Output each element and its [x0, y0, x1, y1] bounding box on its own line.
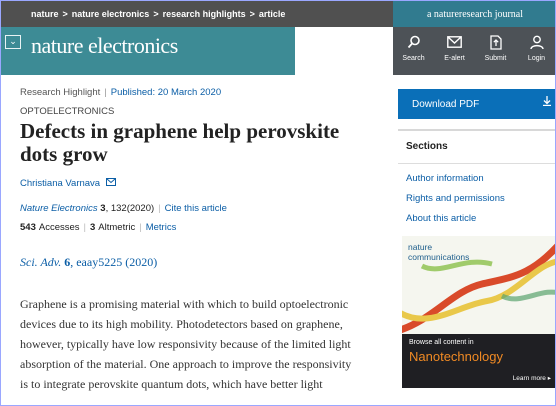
reference-journal: Sci. Adv.: [20, 255, 62, 269]
login-label: Login: [527, 55, 546, 62]
author-line: Christiana Varnava: [20, 178, 360, 189]
upload-icon: [475, 35, 516, 55]
breadcrumb-nature[interactable]: nature: [31, 9, 59, 19]
download-pdf-label: Download PDF: [412, 98, 480, 110]
advertisement-banner[interactable]: nature communications Browse all content…: [402, 236, 555, 388]
section-link-rights-and-permissions[interactable]: Rights and permissions: [398, 192, 555, 212]
breadcrumb-nature-electronics[interactable]: nature electronics: [72, 9, 150, 19]
search-button[interactable]: Search: [393, 27, 434, 75]
ad-learn-more-link[interactable]: Learn more ▸: [513, 374, 551, 382]
article-main: Research Highlight | Published: 20 March 2…: [20, 87, 360, 394]
subject-label[interactable]: OPTOELECTRONICS: [20, 106, 360, 117]
article-type: Research Highlight: [20, 87, 101, 98]
login-button[interactable]: Login: [516, 27, 555, 75]
search-icon: [393, 35, 434, 55]
metrics-line: 543 Accesses | 3 Altmetric | Metrics: [20, 222, 177, 233]
metrics-link[interactable]: Metrics: [146, 222, 177, 233]
brand-bar: ⌄ nature electronics: [1, 27, 295, 75]
e-alert-button[interactable]: E-alert: [434, 27, 475, 75]
breadcrumb: nature > nature electronics > research hig…: [1, 1, 393, 27]
breadcrumb-article: article: [258, 9, 286, 19]
accesses-label: Accesses: [38, 222, 80, 233]
cite-this-article-link[interactable]: Cite this article: [165, 203, 227, 214]
mail-icon: [434, 35, 475, 55]
article-body: Graphene is a promising material with wh…: [20, 297, 352, 391]
ad-brand-line1: nature: [408, 242, 433, 252]
ad-brand-line2: communications: [408, 252, 470, 262]
altmetric-label: Altmetric: [98, 222, 136, 233]
altmetric-count: 3: [89, 222, 96, 233]
search-label: Search: [402, 55, 425, 62]
divider: [398, 163, 555, 164]
sections-panel: Sections Author information Rights and p…: [398, 129, 555, 232]
page-title: Defects in graphene help perovskite dots…: [20, 119, 340, 166]
submit-button[interactable]: Submit: [475, 27, 516, 75]
section-link-author-information[interactable]: Author information: [398, 172, 555, 192]
e-alert-label: E-alert: [444, 55, 465, 62]
browser-frame: nature > nature electronics > research hig…: [0, 0, 556, 406]
accesses-count: 543: [20, 222, 36, 233]
article-meta: Research Highlight | Published: 20 March 2…: [20, 87, 222, 98]
journal-logo[interactable]: nature electronics: [31, 33, 178, 59]
reference-rest: , eaay5225 (2020): [70, 255, 158, 269]
chevron-down-icon[interactable]: ⌄: [5, 35, 21, 49]
user-icon: [516, 35, 555, 55]
author-name[interactable]: Christiana Varnava: [20, 178, 100, 189]
section-link-about-this-article[interactable]: About this article: [398, 212, 555, 232]
published-date: Published: 20 March 2020: [110, 87, 222, 98]
ad-brand: nature communications: [408, 242, 469, 262]
ad-footer: Browse all content in Nanotechnology Lea…: [402, 334, 555, 388]
ad-browse-text: Browse all content in: [409, 339, 474, 346]
citation-journal: Nature Electronics: [20, 203, 98, 214]
citation-line: Nature Electronics 3, 132(2020) | Cite thi…: [20, 203, 227, 214]
reference-link[interactable]: Sci. Adv. 6, eaay5225 (2020): [20, 255, 360, 270]
ad-topic: Nanotechnology: [409, 349, 503, 364]
breadcrumb-research-highlights[interactable]: research highlights: [163, 9, 246, 19]
download-pdf-button[interactable]: Download PDF: [398, 89, 555, 119]
journal-tagline[interactable]: a natureresearch journal: [393, 1, 555, 27]
download-icon: [543, 96, 551, 109]
mail-icon[interactable]: [103, 178, 116, 189]
sections-title: Sections: [406, 141, 448, 152]
submit-label: Submit: [484, 55, 507, 62]
header-toolbar: Search E-alert Submit Login: [393, 27, 555, 75]
citation-pages: , 132(2020): [105, 203, 155, 214]
